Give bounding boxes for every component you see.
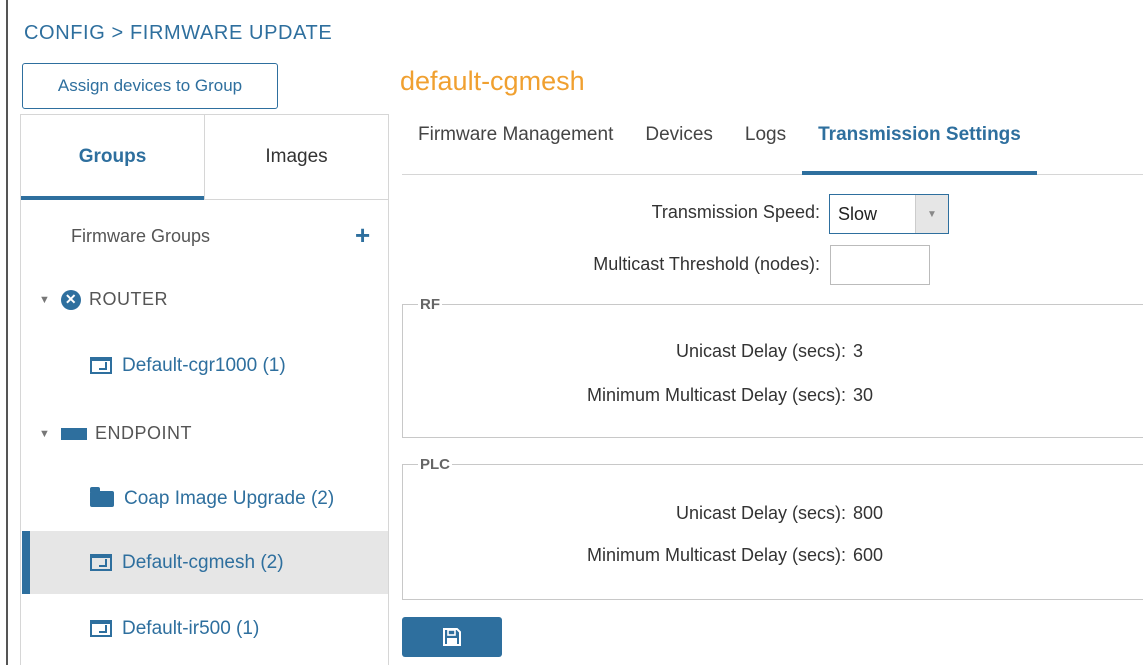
- firmware-groups-header: Firmware Groups +: [21, 200, 388, 270]
- add-group-icon[interactable]: +: [355, 220, 370, 251]
- router-icon: ✕: [61, 289, 81, 310]
- tree-item-default-ir500[interactable]: Default-ir500 (1): [22, 597, 388, 660]
- window-icon: [90, 357, 112, 374]
- rf-fieldset: RF: [402, 296, 1143, 438]
- sidebar: Groups Images Firmware Groups + ▼ ✕ ROUT…: [20, 114, 389, 665]
- chevron-down-icon[interactable]: ▼: [915, 195, 948, 233]
- tree-section-endpoint-label: ENDPOINT: [95, 423, 193, 443]
- tab-transmission-settings[interactable]: Transmission Settings: [802, 112, 1037, 175]
- plc-min-multicast-delay-label: Minimum Multicast Delay (secs):: [586, 545, 846, 565]
- tree-item-default-cgr1000[interactable]: Default-cgr1000 (1): [22, 334, 388, 397]
- plc-legend: PLC: [420, 456, 450, 473]
- tree-section-router-label: ROUTER: [89, 289, 168, 309]
- window-icon: [90, 554, 112, 571]
- tab-images[interactable]: Images: [204, 115, 388, 199]
- firmware-groups-label: Firmware Groups: [71, 226, 211, 246]
- plc-min-multicast-delay-value: 600: [853, 545, 884, 565]
- transmission-speed-value: Slow: [838, 203, 878, 224]
- window-left-border: [6, 0, 8, 665]
- tree-section-endpoint[interactable]: ▼ ENDPOINT: [39, 423, 192, 444]
- folder-icon: [90, 486, 114, 507]
- window-icon: [90, 620, 112, 637]
- tab-groups[interactable]: Groups: [21, 115, 204, 200]
- save-icon: [443, 628, 461, 646]
- main-tabs: Firmware Management Devices Logs Transmi…: [402, 112, 1143, 175]
- tab-logs[interactable]: Logs: [729, 112, 802, 174]
- rf-unicast-delay-value: 3: [853, 341, 864, 361]
- group-title: default-cgmesh: [400, 66, 585, 96]
- tree-item-label: Default-cgr1000 (1): [122, 354, 286, 376]
- tree-item-label: Default-ir500 (1): [122, 617, 260, 639]
- rf-legend: RF: [420, 296, 440, 313]
- transmission-speed-select[interactable]: Slow ▼: [829, 194, 949, 234]
- plc-fieldset: PLC: [402, 456, 1143, 600]
- caret-down-icon[interactable]: ▼: [39, 428, 53, 440]
- tree-item-label: Default-cgmesh (2): [122, 551, 284, 573]
- tree-section-router[interactable]: ▼ ✕ ROUTER: [39, 289, 168, 310]
- multicast-threshold-input[interactable]: [830, 245, 930, 285]
- caret-down-icon[interactable]: ▼: [39, 294, 53, 306]
- rf-min-multicast-delay-label: Minimum Multicast Delay (secs):: [586, 385, 846, 405]
- transmission-speed-label: Transmission Speed:: [651, 202, 820, 222]
- tab-devices[interactable]: Devices: [629, 112, 729, 174]
- save-button[interactable]: [402, 617, 502, 657]
- breadcrumb: CONFIG > FIRMWARE UPDATE: [24, 22, 333, 44]
- multicast-threshold-label: Multicast Threshold (nodes):: [593, 254, 820, 274]
- plc-unicast-delay-value: 800: [853, 503, 884, 523]
- tree-item-default-cgmesh[interactable]: Default-cgmesh (2): [22, 531, 388, 594]
- sidebar-tabs: Groups Images: [21, 115, 388, 200]
- tree-item-label: Coap Image Upgrade (2): [124, 487, 335, 509]
- assign-devices-button[interactable]: Assign devices to Group: [22, 63, 278, 109]
- rf-unicast-delay-label: Unicast Delay (secs):: [675, 341, 846, 361]
- endpoint-icon: [61, 427, 87, 440]
- tree-item-coap-image-upgrade[interactable]: Coap Image Upgrade (2): [22, 467, 388, 530]
- rf-min-multicast-delay-value: 30: [853, 385, 874, 405]
- tab-firmware-management[interactable]: Firmware Management: [402, 112, 629, 174]
- plc-unicast-delay-label: Unicast Delay (secs):: [675, 503, 846, 523]
